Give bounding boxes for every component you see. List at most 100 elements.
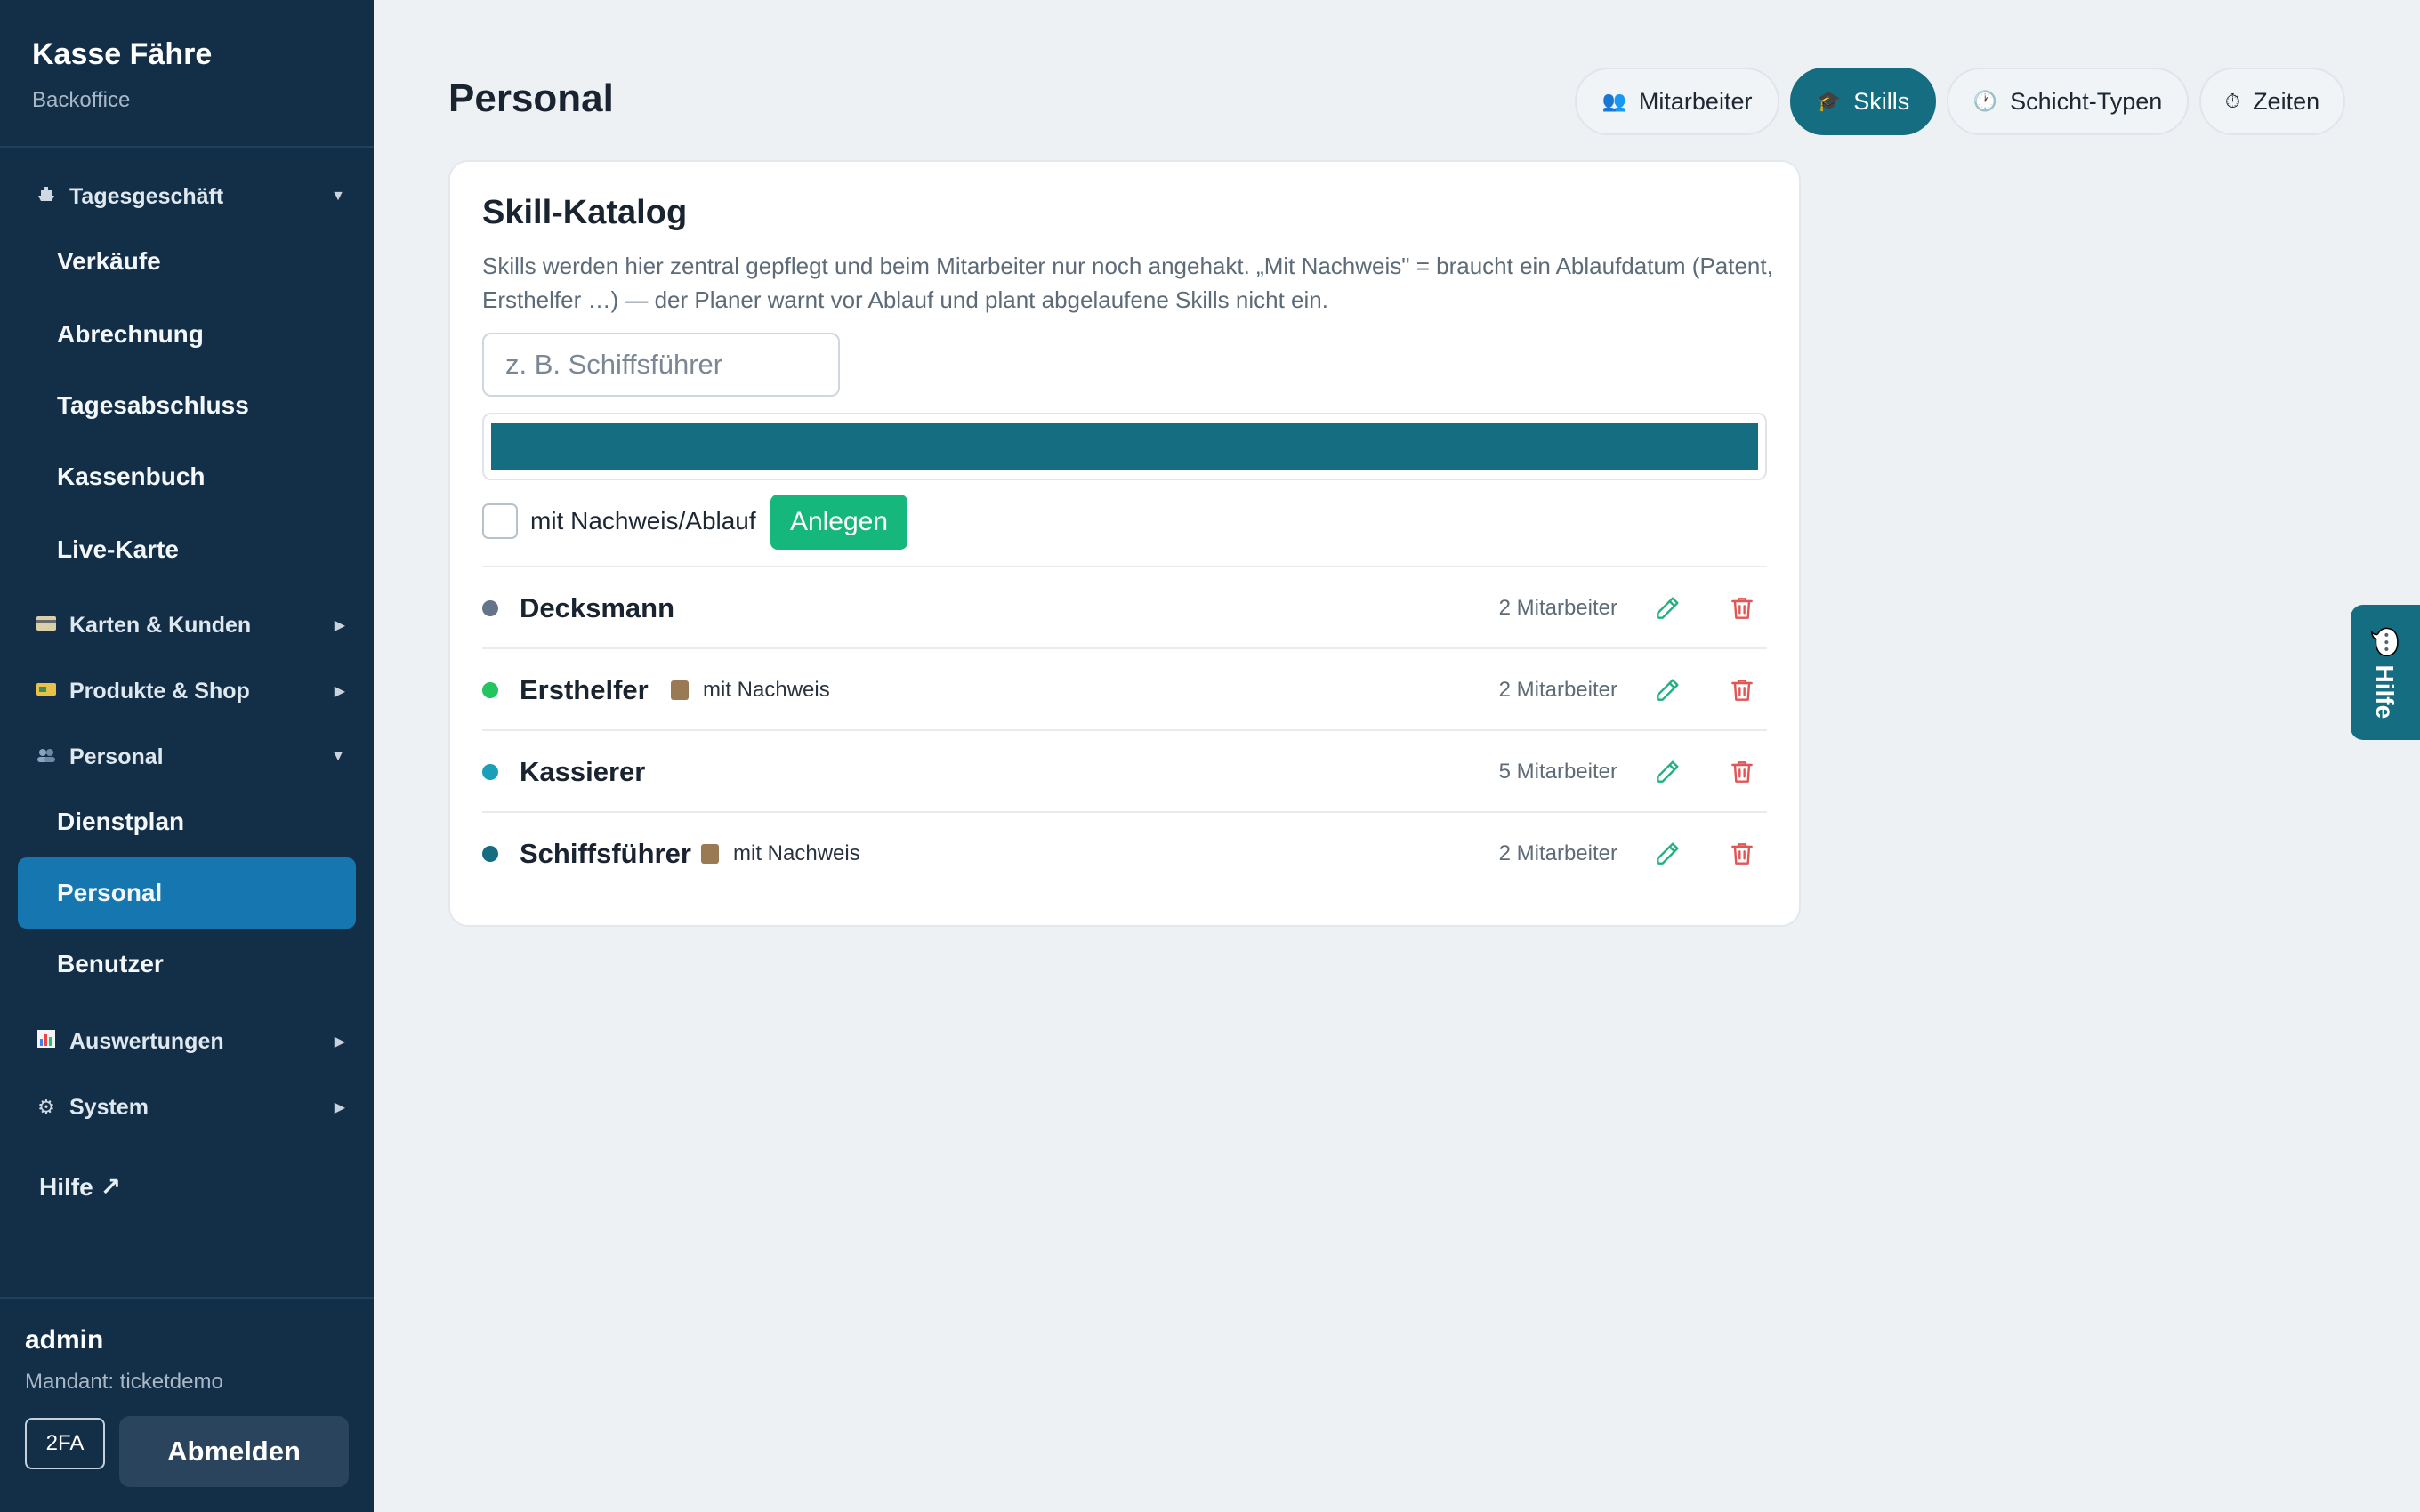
sidebar: Kasse Fähre Backoffice Tagesgeschäft ▼ V… <box>0 0 374 1512</box>
skill-catalog-card: Skill-Katalog Skills werden hier zentral… <box>448 160 1801 927</box>
sidebar-item-verkaeufe[interactable]: Verkäufe <box>18 226 356 297</box>
nav-group-produkte-shop[interactable]: Produkte & Shop ▶ <box>34 673 345 709</box>
edit-icon[interactable] <box>1653 840 1682 868</box>
employee-count: 2 Mitarbeiter <box>1498 678 1617 702</box>
proof-badge: mit Nachweis <box>701 841 860 866</box>
stopwatch-icon: ⏱ <box>2224 90 2241 112</box>
trash-icon[interactable] <box>1728 840 1756 868</box>
sidebar-item-label: Abrechnung <box>57 320 204 348</box>
skill-row: Ersthelfer mit Nachweis 2 Mitarbeiter <box>482 647 1767 729</box>
gear-icon: ⚙ <box>37 1096 55 1118</box>
employee-count: 5 Mitarbeiter <box>1498 760 1617 784</box>
proof-badge: mit Nachweis <box>671 678 830 703</box>
card-description: Skills werden hier zentral gepflegt und … <box>482 253 1773 313</box>
add-skill-button[interactable]: Anlegen <box>770 495 908 550</box>
tenant-label: Mandant: ticketdemo <box>25 1370 223 1394</box>
sidebar-item-kassenbuch[interactable]: Kassenbuch <box>18 441 356 512</box>
chevron-right-icon: ▶ <box>334 618 345 633</box>
brand-title: Kasse Fähre <box>32 37 213 71</box>
brand-subtitle: Backoffice <box>32 88 131 112</box>
employee-count: 2 Mitarbeiter <box>1498 841 1617 865</box>
help-tab[interactable]: 💬 Hilfe <box>2351 605 2420 740</box>
chevron-right-icon: ▶ <box>334 1034 345 1050</box>
proof-label: mit Nachweis <box>733 841 860 865</box>
skill-row: Kassierer 5 Mitarbeiter <box>482 729 1767 811</box>
sidebar-item-label: Kassenbuch <box>57 462 206 490</box>
skill-name-input[interactable] <box>482 333 840 397</box>
tab-label: Mitarbeiter <box>1638 87 1753 115</box>
employee-count: 2 Mitarbeiter <box>1498 596 1617 620</box>
brand: Kasse Fähre Backoffice <box>32 37 212 113</box>
tab-label: Skills <box>1853 87 1910 115</box>
tab-schicht-typen[interactable]: 🕐 Schicht-Typen <box>1947 68 2189 135</box>
chart-icon <box>34 1029 59 1054</box>
scroll-icon <box>671 680 689 700</box>
color-picker[interactable] <box>482 413 1767 480</box>
nav-group-label: System <box>69 1094 149 1120</box>
sidebar-item-benutzer[interactable]: Benutzer <box>18 929 356 1000</box>
sidebar-item-label: Tagesabschluss <box>57 391 249 419</box>
nav-group-label: Personal <box>69 744 164 769</box>
edit-icon[interactable] <box>1653 758 1682 786</box>
sidebar-divider <box>0 1297 374 1299</box>
people-icon <box>34 745 59 768</box>
chevron-right-icon: ▶ <box>334 1100 345 1115</box>
user-name: admin <box>25 1325 104 1355</box>
graduation-cap-icon: 🎓 <box>1816 90 1842 112</box>
logout-button[interactable]: Abmelden <box>119 1416 349 1487</box>
skill-name: Decksmann <box>520 592 675 623</box>
tab-skills[interactable]: 🎓 Skills <box>1790 68 1936 135</box>
skill-color-dot <box>482 682 498 698</box>
chevron-down-icon: ▼ <box>331 749 345 764</box>
sidebar-item-dienstplan[interactable]: Dienstplan <box>18 786 356 857</box>
skill-name: Kassierer <box>520 756 646 787</box>
sidebar-item-label: Benutzer <box>57 950 164 977</box>
chevron-right-icon: ▶ <box>334 684 345 699</box>
edit-icon[interactable] <box>1653 594 1682 623</box>
nav-group-label: Produkte & Shop <box>69 678 250 704</box>
scroll-icon <box>701 844 719 864</box>
ship-icon <box>34 185 59 208</box>
sidebar-item-personal[interactable]: Personal <box>18 857 356 929</box>
skill-row: Schiffsführer mit Nachweis 2 Mitarbeiter <box>482 811 1767 893</box>
tab-label: Zeiten <box>2253 87 2320 115</box>
nav-group-auswertungen[interactable]: Auswertungen ▶ <box>34 1024 345 1059</box>
tab-zeiten[interactable]: ⏱ Zeiten <box>2199 68 2345 135</box>
sidebar-item-label: Dienstplan <box>57 808 185 835</box>
help-link[interactable]: Hilfe ↗ <box>39 1172 121 1202</box>
sidebar-item-label: Verkäufe <box>57 247 161 275</box>
sidebar-item-label: Live-Karte <box>57 535 179 563</box>
sidebar-item-abrechnung[interactable]: Abrechnung <box>18 299 356 370</box>
nav-group-tagesgeschaeft[interactable]: Tagesgeschäft ▼ <box>34 179 345 214</box>
skill-color-dot <box>482 764 498 780</box>
nav-group-system[interactable]: ⚙ System ▶ <box>34 1090 345 1125</box>
nav-group-label: Tagesgeschäft <box>69 183 224 209</box>
skill-color-dot <box>482 846 498 862</box>
nav-group-karten-kunden[interactable]: Karten & Kunden ▶ <box>34 607 345 643</box>
sidebar-item-label: Personal <box>57 879 163 906</box>
trash-icon[interactable] <box>1728 676 1756 704</box>
card-title: Skill-Katalog <box>482 194 688 231</box>
nav-group-label: Auswertungen <box>69 1028 224 1054</box>
proof-label: mit Nachweis <box>703 678 830 702</box>
sidebar-item-tagesabschluss[interactable]: Tagesabschluss <box>18 370 356 441</box>
sidebar-item-live-karte[interactable]: Live-Karte <box>18 514 356 585</box>
skill-name: Ersthelfer <box>520 674 649 705</box>
nav-group-label: Karten & Kunden <box>69 612 252 638</box>
skill-color-dot <box>482 600 498 616</box>
nav-group-personal[interactable]: Personal ▼ <box>34 739 345 775</box>
card-icon <box>34 614 59 637</box>
two-factor-button[interactable]: 2FA <box>25 1418 105 1469</box>
people-icon: 👥 <box>1601 90 1626 112</box>
skill-name: Schiffsführer <box>520 838 691 869</box>
sidebar-divider <box>0 146 374 148</box>
edit-icon[interactable] <box>1653 676 1682 704</box>
proof-checkbox[interactable] <box>482 503 518 539</box>
clock-icon: 🕐 <box>1972 90 1998 112</box>
tab-label: Schicht-Typen <box>2010 87 2163 115</box>
color-swatch[interactable] <box>491 423 1758 470</box>
tab-mitarbeiter[interactable]: 👥 Mitarbeiter <box>1575 68 1779 135</box>
trash-icon[interactable] <box>1728 594 1756 623</box>
skill-row: Decksmann 2 Mitarbeiter <box>482 566 1767 647</box>
trash-icon[interactable] <box>1728 758 1756 786</box>
